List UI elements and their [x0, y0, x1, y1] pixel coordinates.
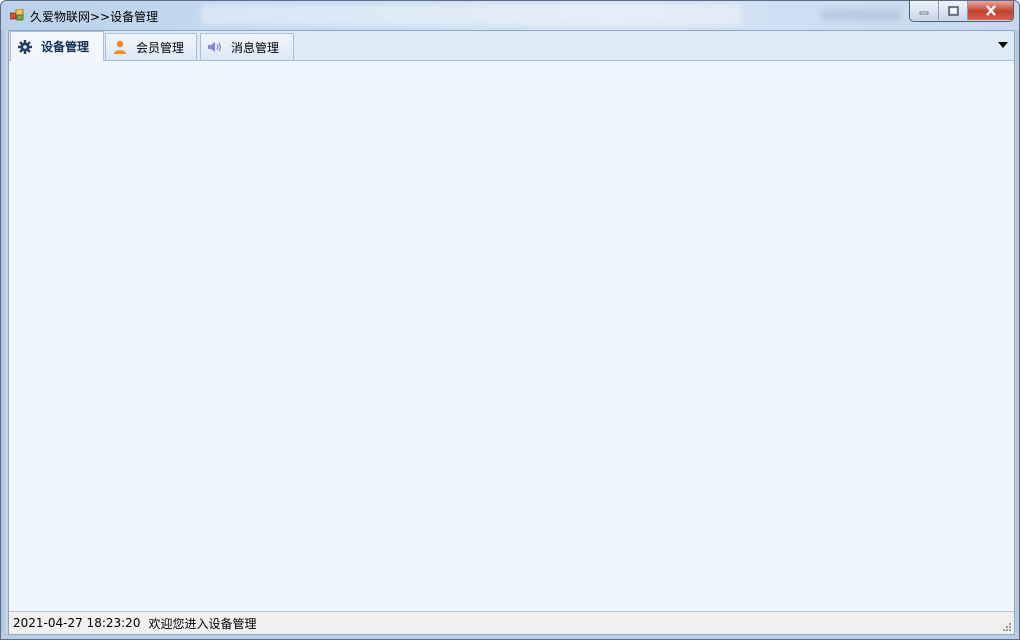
maximize-button[interactable] — [939, 1, 968, 20]
tab-content-area — [9, 61, 1014, 612]
dropdown-arrow-icon[interactable] — [998, 42, 1008, 48]
app-icon — [10, 9, 24, 21]
minimize-button[interactable] — [910, 1, 939, 20]
tab-message-management[interactable]: 消息管理 — [200, 33, 294, 60]
background-blur — [201, 5, 741, 25]
client-area: 设备管理 会员管理 消息管理 2021-04-27 18:23:20 欢迎您进入… — [8, 30, 1015, 635]
tab-label: 消息管理 — [231, 40, 280, 55]
app-window: 久爱物联网>>设备管理 设备管理 会员管理 消息管理 2021-04-27 18… — [0, 0, 1020, 640]
minimize-icon — [919, 11, 929, 14]
tab-device-management[interactable]: 设备管理 — [10, 31, 104, 61]
window-title: 久爱物联网>>设备管理 — [30, 10, 159, 24]
speaker-icon — [208, 42, 221, 52]
status-datetime: 2021-04-27 18:23:20 — [13, 616, 141, 630]
tab-strip: 设备管理 会员管理 消息管理 — [9, 31, 1014, 61]
window-controls — [909, 1, 1014, 22]
close-button[interactable] — [968, 1, 1013, 20]
gear-icon — [18, 39, 32, 54]
close-icon — [985, 5, 996, 16]
resize-grip-icon[interactable] — [1000, 620, 1012, 632]
status-bar: 2021-04-27 18:23:20 欢迎您进入设备管理 — [9, 611, 1014, 634]
status-message: 欢迎您进入设备管理 — [148, 616, 257, 631]
window-left-border — [1, 30, 8, 639]
tab-member-management[interactable]: 会员管理 — [105, 33, 197, 60]
tab-label: 设备管理 — [41, 40, 90, 54]
background-blur-2 — [821, 9, 901, 21]
user-icon — [114, 40, 126, 54]
maximize-icon — [947, 5, 959, 16]
title-bar[interactable]: 久爱物联网>>设备管理 — [1, 1, 1019, 30]
tab-label: 会员管理 — [136, 40, 185, 55]
